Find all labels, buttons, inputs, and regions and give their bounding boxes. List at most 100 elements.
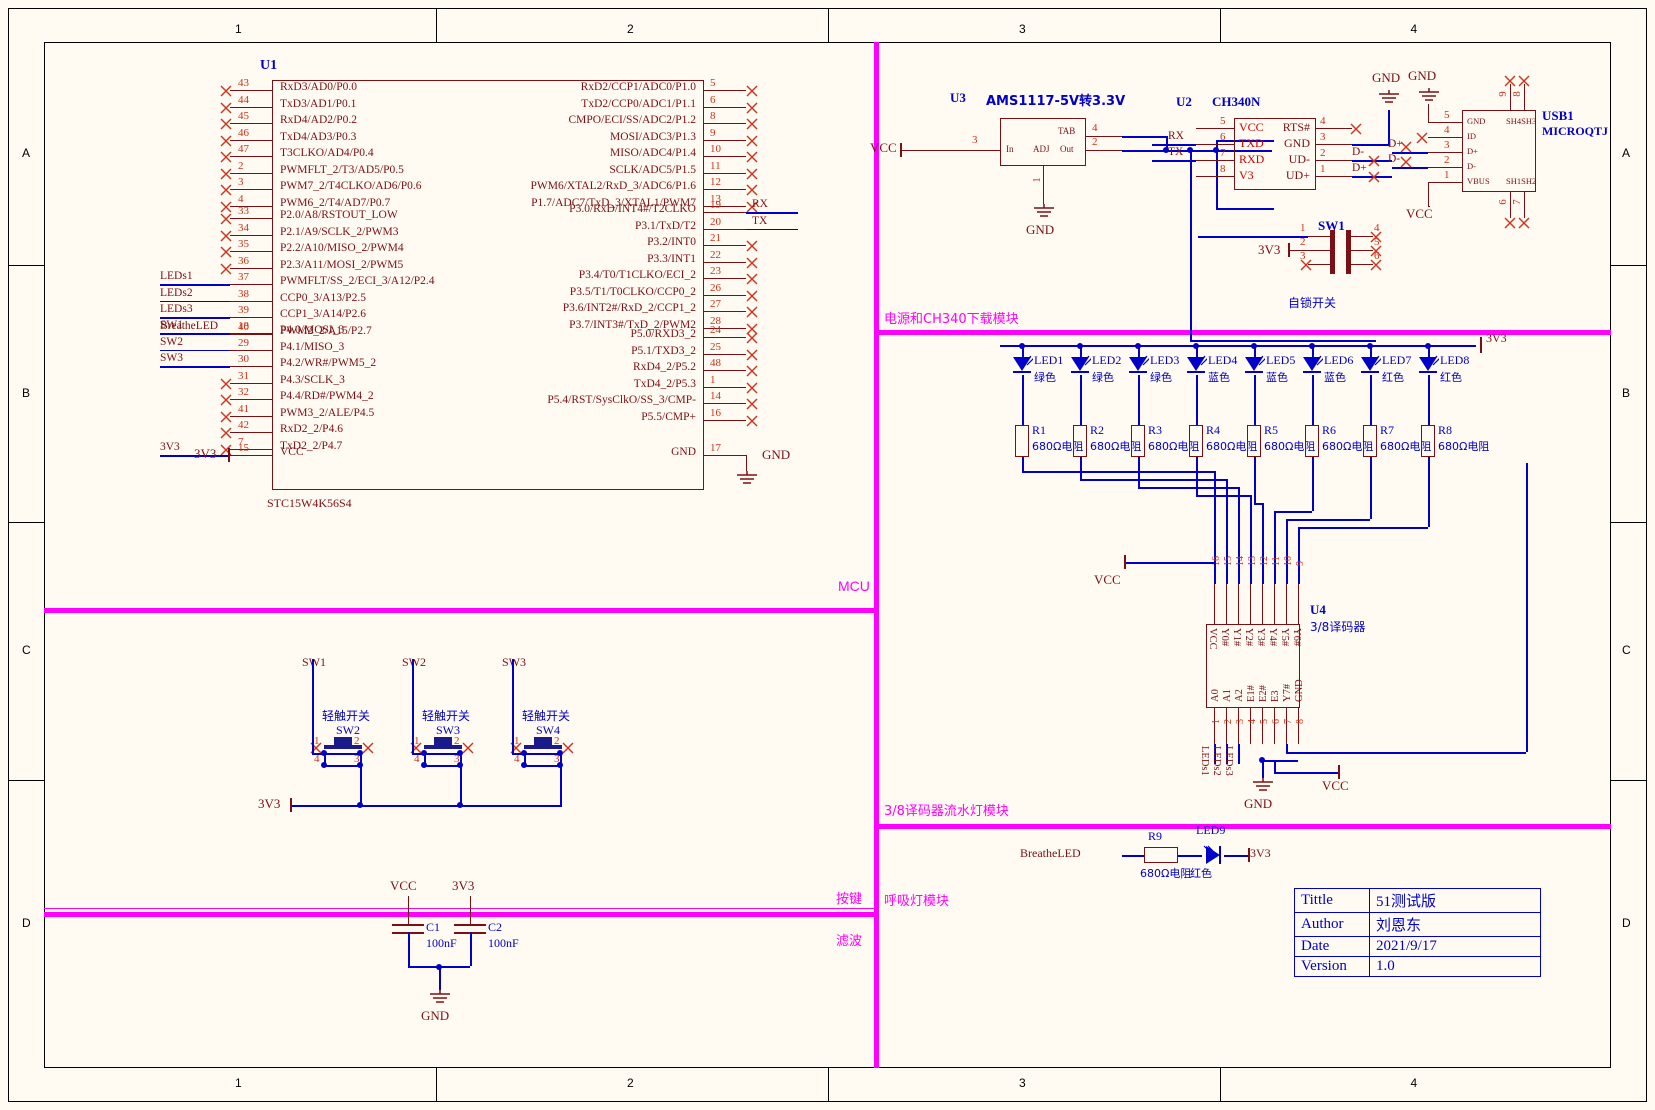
usb1-vbus-riser <box>1428 182 1430 206</box>
u1-pin-lead-right <box>704 419 746 421</box>
u1-net-label-SW3: SW3 <box>160 352 183 364</box>
key-left-link-SW2 <box>324 753 326 765</box>
u4-pin-number-13: 13 <box>1247 556 1258 566</box>
led-color-LED8: 红色 <box>1440 371 1462 384</box>
u1-pin-number-37: 37 <box>238 271 249 283</box>
u4-y7-route <box>1286 752 1526 754</box>
usb1-nc-shield-bot-0 <box>1504 216 1516 229</box>
key-pin-SW2-2: 2 <box>354 735 360 747</box>
u1-net-label-TX: TX <box>752 214 768 227</box>
u2-gnd-wire <box>1352 144 1390 146</box>
v33-rail-down <box>1216 150 1218 208</box>
resistor-ref-R7: R7 <box>1380 423 1395 437</box>
u4-gnd-symbol <box>1247 778 1279 794</box>
led-route-to-u4-8 <box>1298 527 1300 584</box>
led-cathode-lead <box>1080 375 1082 425</box>
title-block-value-author[interactable]: 刘恩东 <box>1369 912 1541 937</box>
zone-tick-left <box>8 265 44 266</box>
filter-net-3V3: 3V3 <box>452 878 475 893</box>
u2-pin-lead-right <box>1316 144 1352 146</box>
usb1-shield-lead-bot <box>1510 192 1512 218</box>
title-block-value-date[interactable]: 2021/9/17 <box>1369 936 1541 957</box>
u1-pin-label-2: PWMFLT_2/T3/AD5/P0.5 <box>280 163 404 176</box>
u1-pin-lead-left <box>230 139 272 141</box>
usb1-shield-num-top-1: 8 <box>1510 91 1523 97</box>
u1-nc-icon-34 <box>220 229 232 241</box>
u1-pin-lead-right <box>704 455 746 457</box>
sw1-nc-6 <box>1370 258 1382 271</box>
led-color-LED1: 绿色 <box>1034 371 1056 384</box>
u4-gnd-label: GND <box>1244 796 1273 811</box>
u4-pin-number-8: 8 <box>1295 719 1306 724</box>
u1-pin-number-26: 26 <box>710 281 721 294</box>
u3-in-lead <box>952 150 1000 152</box>
zone-col-bottom-1: 1 <box>235 1076 242 1090</box>
led-symbol-LED6 <box>1301 355 1325 377</box>
u4-pin-number-12: 12 <box>1259 556 1270 566</box>
led-color-LED6: 蓝色 <box>1324 371 1346 384</box>
u2-pin-label-GND: GND <box>1284 136 1310 150</box>
u1-pin-number-32: 32 <box>238 386 249 398</box>
u1-pin-label-9: MOSI/ADC3/P1.3 <box>610 130 696 143</box>
u1-pin-lead-right <box>704 212 746 214</box>
u1-pin-label-34: P2.1/A9/SCLK_2/PWM3 <box>280 225 399 238</box>
u1-nc-icon-48 <box>746 364 758 377</box>
u1-pin-number-34: 34 <box>238 221 249 234</box>
led-route-h-1 <box>1022 471 1214 473</box>
usb1-nc-id <box>1416 131 1428 144</box>
u1-pin-number-27: 27 <box>710 298 721 310</box>
u4-pin-label-Y3#: Y3# <box>1255 628 1266 647</box>
led-route-h-8 <box>1298 527 1428 529</box>
u2-part: CH340N <box>1212 94 1261 109</box>
led-route-h-3 <box>1138 487 1238 489</box>
zone-tick-left <box>8 522 44 523</box>
module-label-decoder: 3/8译码器流水灯模块 <box>884 804 1009 819</box>
u4-pin-lead-bot <box>1226 708 1228 744</box>
u4-pin-number-2: 2 <box>1223 719 1234 724</box>
u1-pin-label-48: RxD4_2/P5.2 <box>633 361 696 373</box>
zone-tick-left <box>8 780 44 781</box>
key-cap-SW3[interactable] <box>434 737 452 745</box>
u1-pin-number-36: 36 <box>238 254 249 267</box>
breathe-resistor <box>1144 847 1178 863</box>
u4-pin-lead-top <box>1274 584 1276 624</box>
key-gnd-drop-SW4 <box>560 765 562 805</box>
u1-pin-label-24: P5.0/RXD3_2 <box>630 328 697 340</box>
u2-pin-number-2: 2 <box>1320 147 1326 159</box>
breathe-net-label: BreatheLED <box>1020 846 1081 860</box>
u1-pin-label-41: PWM3_2/ALE/P4.5 <box>280 406 375 419</box>
u2-pin-lead-right <box>1316 160 1352 162</box>
u1-pin-label-36: P2.3/A11/MOSI_2/PWM5 <box>280 258 404 271</box>
u4-pin-lead-bot <box>1274 708 1276 744</box>
u3-gnd-symbol <box>1028 204 1060 220</box>
zone-row-left-B: B <box>22 385 31 400</box>
title-block-value-tittle[interactable]: 51测试版 <box>1369 888 1541 913</box>
title-block-value-version[interactable]: 1.0 <box>1369 956 1541 977</box>
breathe-wire-1 <box>1122 855 1144 857</box>
u1-pin-number-39: 39 <box>238 304 249 316</box>
module-divider-mcu-keys <box>44 608 874 613</box>
key-net-label-SW1: SW1 <box>302 655 326 669</box>
u4-pin-lead-top <box>1226 584 1228 624</box>
u4-pin-label-Y1#: Y1# <box>1231 628 1242 647</box>
u1-pin-lead-right <box>704 123 746 125</box>
u1-pin-lead-left <box>230 333 272 335</box>
title-block-row-date: Date 2021/9/17 <box>1294 936 1541 957</box>
u4-vcc-label: VCC <box>1094 572 1121 587</box>
v33-rail-down-sw <box>1190 150 1192 340</box>
led-route-to-u4-4 <box>1250 495 1252 584</box>
sw1-pin-number-2: 2 <box>1300 236 1306 248</box>
key-cap-SW4[interactable] <box>534 737 552 745</box>
u1-nc-icon-8 <box>746 117 758 130</box>
u4-pin-lead-top <box>1214 584 1216 624</box>
u2-net-label-RX: RX <box>1168 130 1184 142</box>
u1-pin-lead-right <box>704 156 746 158</box>
u1-net-wire <box>746 228 798 231</box>
u2-pin-lead-right <box>1316 128 1352 130</box>
led-symbol-LED5 <box>1243 355 1267 377</box>
led-route-down-7 <box>1370 463 1372 519</box>
u1-pin-lead-right <box>704 294 746 296</box>
u4-pin-label-E1#: E1# <box>1246 685 1257 702</box>
title-block: Tittle 51测试版 Author 刘恩东 Date 2021/9/17 Version… <box>1294 888 1541 977</box>
key-cap-SW2[interactable] <box>334 737 352 745</box>
